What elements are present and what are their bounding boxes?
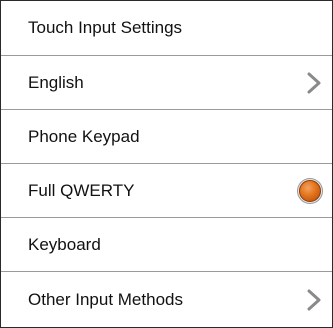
row-phone-keypad[interactable]: Phone Keypad [1, 110, 332, 164]
row-keyboard-label: Keyboard [28, 234, 101, 254]
row-other-input-methods[interactable]: Other Input Methods [1, 272, 332, 328]
panel-title: Touch Input Settings [28, 18, 183, 37]
chevron-right-icon [306, 71, 322, 95]
row-english[interactable]: English [1, 56, 332, 110]
row-full-qwerty[interactable]: Full QWERTY [1, 164, 332, 218]
touch-input-settings-panel: Touch Input Settings English Phone Keypa… [0, 0, 333, 328]
radio-selected-icon[interactable] [299, 179, 321, 202]
row-keyboard[interactable]: Keyboard [1, 218, 332, 272]
row-full-qwerty-label: Full QWERTY [28, 180, 135, 200]
panel-header: Touch Input Settings [1, 1, 332, 56]
row-phone-keypad-label: Phone Keypad [28, 126, 140, 146]
chevron-right-icon [306, 288, 322, 312]
row-other-input-methods-label: Other Input Methods [28, 290, 183, 309]
row-english-label: English [28, 72, 84, 92]
